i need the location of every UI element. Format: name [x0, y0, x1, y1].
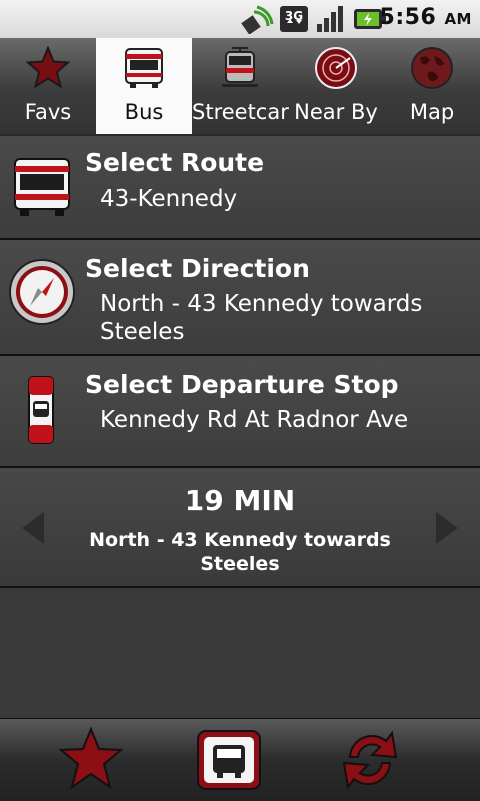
tab-bus-label: Bus — [124, 100, 164, 124]
clock: 5:56 AM — [380, 5, 472, 30]
tab-streetcar[interactable]: Streetcar — [192, 38, 289, 134]
bottom-toolbar — [0, 718, 480, 801]
tab-map-label: Map — [409, 100, 455, 124]
selected-route-value: 43-Kennedy — [100, 186, 238, 212]
arrival-time: 19 MIN — [184, 484, 296, 517]
compass-icon — [9, 259, 75, 325]
select-direction-title: Select Direction — [85, 254, 310, 283]
signal-icon — [317, 6, 343, 32]
selected-stop-value: Kennedy Rd At Radnor Ave — [100, 407, 409, 433]
tab-map[interactable]: Map — [384, 38, 480, 134]
empty-area — [0, 588, 480, 718]
network-3g-icon: 3G — [280, 6, 308, 32]
select-stop-title: Select Departure Stop — [85, 370, 399, 399]
select-route-row[interactable]: Select Route 43-Kennedy — [0, 136, 480, 240]
select-route-title: Select Route — [85, 148, 265, 177]
tab-bus[interactable]: Bus — [96, 38, 192, 134]
tab-favs[interactable]: Favs — [0, 38, 96, 134]
clock-ampm: AM — [444, 10, 472, 28]
status-bar: 3G 5:56 AM — [0, 0, 480, 38]
bus-stop-view-icon[interactable] — [196, 729, 262, 791]
bus-icon — [125, 48, 163, 88]
star-icon — [26, 46, 70, 89]
tab-nearby[interactable]: Near By — [288, 38, 384, 134]
tab-nearby-label: Near By — [294, 100, 378, 124]
prediction-direction: North - 43 Kennedy towards Steeles — [89, 529, 391, 575]
streetcar-icon — [222, 47, 258, 87]
tab-favs-label: Favs — [24, 100, 72, 124]
globe-icon — [411, 47, 453, 89]
gps-icon — [241, 5, 274, 34]
clock-time: 5:56 — [379, 5, 437, 30]
add-favorite-star-icon[interactable] — [58, 727, 124, 791]
next-arrow-icon[interactable] — [430, 508, 464, 548]
tab-streetcar-label: Streetcar — [192, 100, 289, 124]
prediction-panel: 19 MIN North - 43 Kennedy towards Steele… — [0, 468, 480, 588]
selected-direction-value: North - 43 Kennedy towards Steeles — [100, 291, 423, 345]
bus-stop-icon — [28, 376, 54, 444]
select-direction-row[interactable]: Select Direction North - 43 Kennedy towa… — [0, 240, 480, 356]
tab-bar: Favs Bus Streetcar Near By Map — [0, 38, 480, 134]
radar-icon — [315, 47, 357, 89]
refresh-icon[interactable] — [338, 727, 402, 793]
select-stop-row[interactable]: Select Departure Stop Kennedy Rd At Radn… — [0, 356, 480, 468]
bus-icon — [14, 158, 70, 216]
